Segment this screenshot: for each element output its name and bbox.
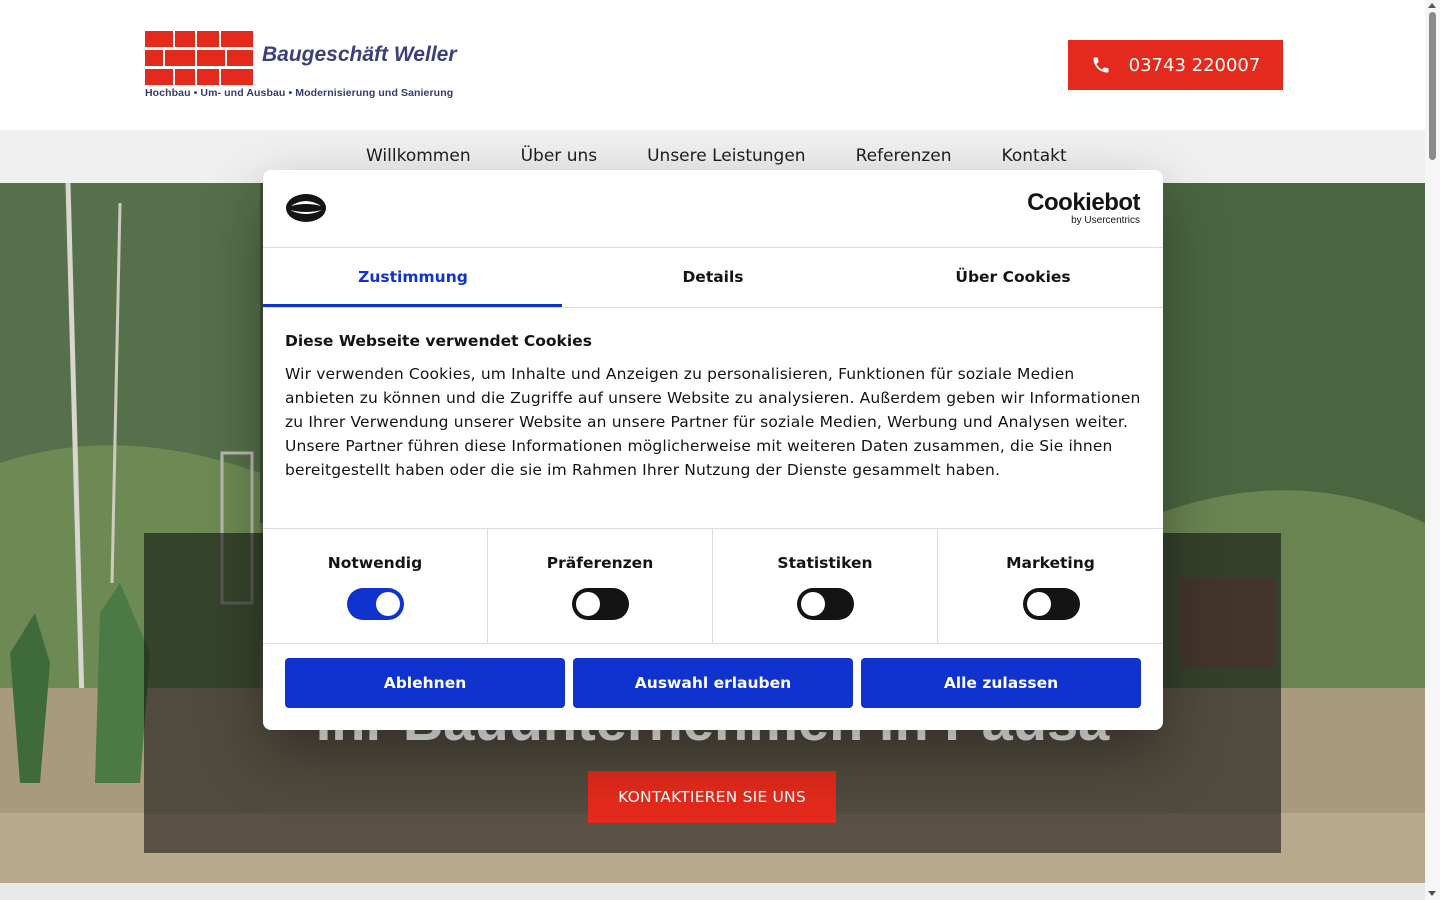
cookiebot-brand-sub: by Usercentrics (1071, 215, 1140, 226)
brick-logo-icon (145, 31, 253, 85)
cookie-dialog-header: Cookiebot by Usercentrics (263, 170, 1163, 248)
logo-tagline: Hochbau • Um- und Ausbau • Modernisierun… (145, 87, 454, 99)
cookie-tabs: Zustimmung Details Über Cookies (263, 247, 1163, 308)
scrollbar-thumb[interactable] (1429, 12, 1436, 160)
toggle-notwendig[interactable] (347, 588, 404, 620)
consent-label: Statistiken (777, 554, 873, 572)
consent-category-notwendig: Notwendig (263, 529, 488, 643)
consent-label: Notwendig (327, 554, 423, 572)
company-logo[interactable]: Baugeschäft Weller Hochbau • Um- und Aus… (145, 31, 485, 103)
cookiebot-brand-name: Cookiebot (1027, 189, 1140, 216)
nav-item-referenzen[interactable]: Referenzen (856, 146, 952, 166)
cookie-description: Wir verwenden Cookies, um Inhalte und An… (285, 365, 1141, 479)
consent-label: Marketing (1006, 554, 1095, 572)
toggle-knob (801, 592, 825, 616)
site-header: Baugeschäft Weller Hochbau • Um- und Aus… (0, 0, 1425, 130)
toggle-statistiken[interactable] (797, 588, 854, 620)
consent-category-marketing: Marketing (938, 529, 1163, 643)
phone-button[interactable]: 03743 220007 (1068, 40, 1283, 90)
allow-all-button[interactable]: Alle zulassen (861, 658, 1141, 708)
toggle-knob (576, 592, 600, 616)
tab-ueber-cookies[interactable]: Über Cookies (863, 247, 1163, 307)
decline-button[interactable]: Ablehnen (285, 658, 565, 708)
cookie-title: Diese Webseite verwendet Cookies (285, 332, 592, 350)
scroll-up-icon[interactable] (1428, 3, 1436, 8)
consent-category-praeferenzen: Präferenzen (488, 529, 713, 643)
page-scrollbar[interactable] (1425, 0, 1440, 900)
toggle-praeferenzen[interactable] (572, 588, 629, 620)
consent-categories: Notwendig Präferenzen Statistiken Market… (263, 528, 1163, 644)
scroll-down-icon[interactable] (1428, 891, 1436, 896)
toggle-marketing[interactable] (1022, 588, 1080, 620)
toggle-knob (1026, 592, 1051, 616)
section-divider (0, 883, 1425, 900)
cookiebot-logo-icon (286, 194, 326, 222)
logo-company-name: Baugeschäft Weller (262, 43, 457, 66)
phone-number: 03743 220007 (1128, 54, 1261, 76)
tab-zustimmung[interactable]: Zustimmung (263, 247, 563, 307)
allow-selection-button[interactable]: Auswahl erlauben (573, 658, 853, 708)
nav-item-leistungen[interactable]: Unsere Leistungen (647, 146, 805, 166)
phone-icon (1093, 57, 1109, 73)
tab-details[interactable]: Details (563, 247, 863, 307)
cookiebot-brand[interactable]: Cookiebot by Usercentrics (1027, 191, 1140, 226)
toggle-knob (376, 592, 400, 616)
nav-item-willkommen[interactable]: Willkommen (366, 146, 471, 166)
consent-category-statistiken: Statistiken (713, 529, 938, 643)
nav-item-kontakt[interactable]: Kontakt (1002, 146, 1067, 166)
cookie-actions: Ablehnen Auswahl erlauben Alle zulassen (285, 658, 1141, 708)
consent-label: Präferenzen (546, 554, 654, 572)
nav-item-ueber-uns[interactable]: Über uns (521, 146, 598, 166)
contact-cta-button[interactable]: KONTAKTIEREN SIE UNS (588, 771, 836, 823)
cookie-consent-dialog: Cookiebot by Usercentrics Zustimmung Det… (263, 170, 1163, 730)
